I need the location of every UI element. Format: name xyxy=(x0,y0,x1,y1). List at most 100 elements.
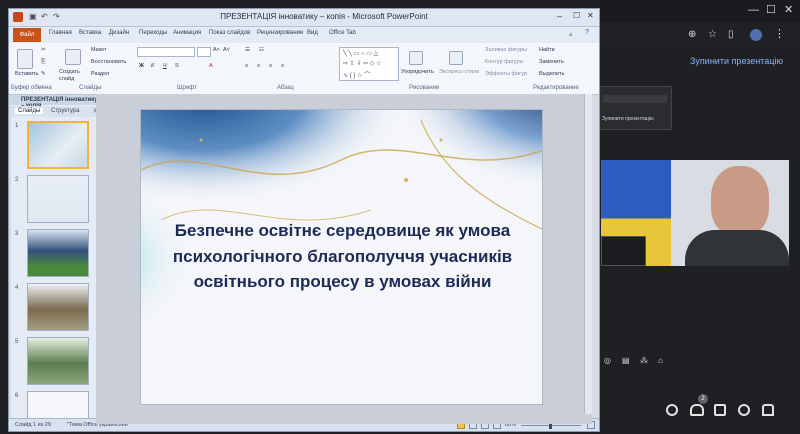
layout-button[interactable]: Макет xyxy=(91,47,107,53)
meeting-controls: 2 xyxy=(660,394,790,424)
vertical-scrollbar[interactable] xyxy=(584,94,592,414)
slide-thumbnail-1[interactable] xyxy=(27,121,89,169)
slide-number: 5 xyxy=(15,339,19,345)
section-button[interactable]: Раздел xyxy=(91,71,109,77)
tab-review[interactable]: Рецензирование xyxy=(257,30,303,36)
slide-thumbnail-5[interactable] xyxy=(27,337,89,385)
shape-fill-button[interactable]: Заливка фигуры xyxy=(485,47,527,53)
activities-icon[interactable] xyxy=(738,404,750,416)
shape-effects-button[interactable]: Эффекты фигур xyxy=(485,71,527,77)
find-button[interactable]: Найти xyxy=(539,47,555,53)
quick-styles-icon[interactable] xyxy=(449,51,463,65)
maximize-icon[interactable]: ☐ xyxy=(766,3,776,16)
tab-animations[interactable]: Анимация xyxy=(173,30,201,36)
bullets-icon[interactable]: ☰ xyxy=(245,47,250,53)
host-controls-icon[interactable] xyxy=(762,404,774,416)
chat-icon[interactable] xyxy=(714,404,726,416)
misc-shape-icon[interactable]: ∿ { } ☆ ⌒ xyxy=(343,70,370,79)
tab-outline[interactable]: Структура xyxy=(51,108,79,114)
new-slide-icon[interactable] xyxy=(65,49,81,65)
stop-presentation-button[interactable]: Зупинити презентацію xyxy=(690,56,790,74)
participants-icon[interactable] xyxy=(690,404,704,416)
arrange-button[interactable]: Упорядочить xyxy=(401,69,434,75)
copy-icon[interactable]: ⎘ xyxy=(41,59,45,66)
slide-thumbnail-6[interactable] xyxy=(27,391,89,421)
justify-icon[interactable]: ≡ xyxy=(281,63,284,69)
slide-title[interactable]: Безпечне освітнє середовище як умова пси… xyxy=(161,218,524,295)
ribbon-tabs: Главная Вставка Дизайн Переходы Анимация… xyxy=(9,27,599,43)
people-icon[interactable]: ◎ xyxy=(604,356,611,365)
quick-styles-button[interactable]: Экспресс-стили xyxy=(439,69,479,75)
ribbon: Вставить ✂ ⎘ ✎ Буфер обмена Создать слай… xyxy=(9,43,599,95)
align-center-icon[interactable]: ≡ xyxy=(257,63,260,69)
activities-icon[interactable]: ⁂ xyxy=(640,356,648,365)
avatar[interactable] xyxy=(750,29,762,41)
align-left-icon[interactable]: ≡ xyxy=(245,63,248,69)
new-slide-button[interactable]: Создать слайд xyxy=(59,69,89,83)
tab-slides[interactable]: Слайды xyxy=(15,108,44,114)
paste-button[interactable]: Вставить xyxy=(15,71,38,77)
cut-icon[interactable]: ✂ xyxy=(41,47,46,53)
tab-slideshow[interactable]: Показ слайдов xyxy=(209,30,250,36)
close-icon[interactable]: ✕ xyxy=(587,11,594,20)
help-icon[interactable]: ? xyxy=(585,29,589,36)
extension-icon[interactable]: ⊕ xyxy=(688,29,696,40)
minimize-icon[interactable]: — xyxy=(748,4,759,16)
shape-outline-button[interactable]: Контур фигуры xyxy=(485,59,523,65)
paste-icon[interactable] xyxy=(17,49,33,69)
arrow-shape-icon[interactable]: ⇨ ⇧ ⇩ ⇦ ◇ ☆ xyxy=(343,60,381,67)
save-icon[interactable]: ▣ xyxy=(29,12,37,21)
file-tab[interactable]: Файл xyxy=(13,28,41,42)
shrink-font-icon[interactable]: A˅ xyxy=(223,47,230,53)
participant-jacket xyxy=(685,230,789,266)
group-font-label: Шрифт xyxy=(177,85,197,91)
font-color-icon[interactable]: A xyxy=(209,63,213,69)
reset-button[interactable]: Восстановить xyxy=(91,59,126,65)
select-button[interactable]: Выделить xyxy=(539,71,564,77)
tab-view[interactable]: Вид xyxy=(307,30,318,36)
document-tab[interactable]: ПРЕЗЕНТАЦІЯ інноватику – копія xyxy=(11,95,101,109)
underline-icon[interactable]: Ч xyxy=(163,63,167,69)
font-size-select[interactable] xyxy=(197,47,211,57)
small-controls: ◎ ▤ ⁂ ⌂ xyxy=(600,356,670,384)
tab-office-tab[interactable]: Office Tab xyxy=(329,30,356,36)
small-tile xyxy=(601,236,646,266)
tab-transitions[interactable]: Переходы xyxy=(139,30,167,36)
redo-icon[interactable]: ↷ xyxy=(53,12,60,21)
participant-face xyxy=(711,166,769,236)
current-slide[interactable]: Безпечне освітнє середовище як умова пси… xyxy=(140,109,543,405)
line-shape-icon[interactable]: ╲ ╲ ▭ ○ ▭ △ xyxy=(343,50,378,57)
slide-thumbnail-4[interactable] xyxy=(27,283,89,331)
chat-icon[interactable]: ▤ xyxy=(622,356,630,365)
undo-icon[interactable]: ↶ xyxy=(41,12,48,21)
align-right-icon[interactable]: ≡ xyxy=(269,63,272,69)
maximize-icon[interactable]: ☐ xyxy=(573,11,580,20)
collapse-ribbon-icon[interactable]: ▵ xyxy=(569,30,573,38)
format-painter-icon[interactable]: ✎ xyxy=(41,71,46,77)
menu-icon[interactable]: ⋮ xyxy=(774,27,785,40)
info-icon[interactable] xyxy=(666,404,678,416)
numbering-icon[interactable]: ☷ xyxy=(259,47,264,53)
slide-thumbnail-2[interactable] xyxy=(27,175,89,223)
strikethrough-icon[interactable]: S xyxy=(175,63,179,69)
bookmark-icon[interactable]: ☆ xyxy=(708,29,717,40)
tab-home[interactable]: Главная xyxy=(49,30,72,36)
lock-icon[interactable]: ⌂ xyxy=(658,356,663,365)
tab-insert[interactable]: Вставка xyxy=(79,30,101,36)
replace-button[interactable]: Заменить xyxy=(539,59,564,65)
bold-icon[interactable]: Ж xyxy=(139,63,144,69)
shapes-gallery[interactable]: ╲ ╲ ▭ ○ ▭ △ ⇨ ⇧ ⇩ ⇦ ◇ ☆ ∿ { } ☆ ⌒ xyxy=(339,47,399,81)
group-clipboard-label: Буфер обмена xyxy=(11,85,52,91)
sidepanel-icon[interactable]: ▯ xyxy=(728,29,734,40)
close-icon[interactable]: ✕ xyxy=(784,3,793,16)
tab-design[interactable]: Дизайн xyxy=(109,30,129,36)
slides-pane: ПРЕЗЕНТАЦІЯ інноватику – копія Слайды Ст… xyxy=(11,95,102,427)
grow-font-icon[interactable]: A˄ xyxy=(213,47,220,53)
arrange-icon[interactable] xyxy=(409,51,423,65)
theme-name: "Тема Office" xyxy=(67,422,100,428)
slide-thumbnail-3[interactable] xyxy=(27,229,89,277)
italic-icon[interactable]: К xyxy=(151,63,154,69)
mini-stop-label[interactable]: Зупинити презентацію xyxy=(602,116,654,122)
minimize-icon[interactable]: – xyxy=(557,11,562,21)
font-name-select[interactable] xyxy=(137,47,195,57)
